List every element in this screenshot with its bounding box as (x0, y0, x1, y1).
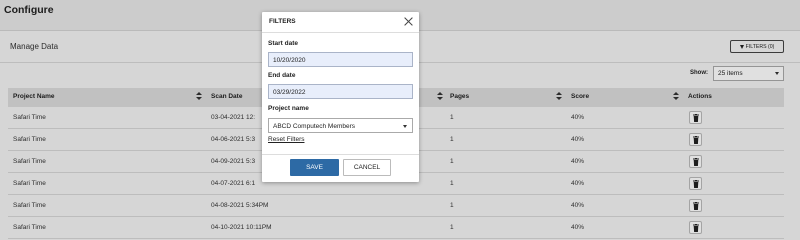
project-name-value: ABCD Computech Members (273, 123, 355, 130)
save-button[interactable]: SAVE (290, 159, 339, 176)
modal-title: FILTERS (269, 18, 296, 25)
start-date-input[interactable]: 10/20/2020 (268, 52, 413, 67)
modal-footer-divider (262, 154, 419, 155)
chevron-down-icon (403, 125, 407, 128)
end-date-label: End date (268, 72, 296, 79)
close-icon[interactable] (404, 17, 413, 26)
modal-header: FILTERS (262, 12, 419, 33)
end-date-input[interactable]: 03/29/2022 (268, 84, 413, 99)
project-name-select[interactable]: ABCD Computech Members (268, 118, 413, 133)
reset-filters-link[interactable]: Reset Filters (268, 136, 304, 143)
start-date-label: Start date (268, 40, 298, 47)
cancel-button[interactable]: CANCEL (343, 159, 391, 176)
filters-modal: FILTERS Start date 10/20/2020 End date 0… (262, 12, 419, 182)
project-name-label: Project name (268, 105, 309, 112)
